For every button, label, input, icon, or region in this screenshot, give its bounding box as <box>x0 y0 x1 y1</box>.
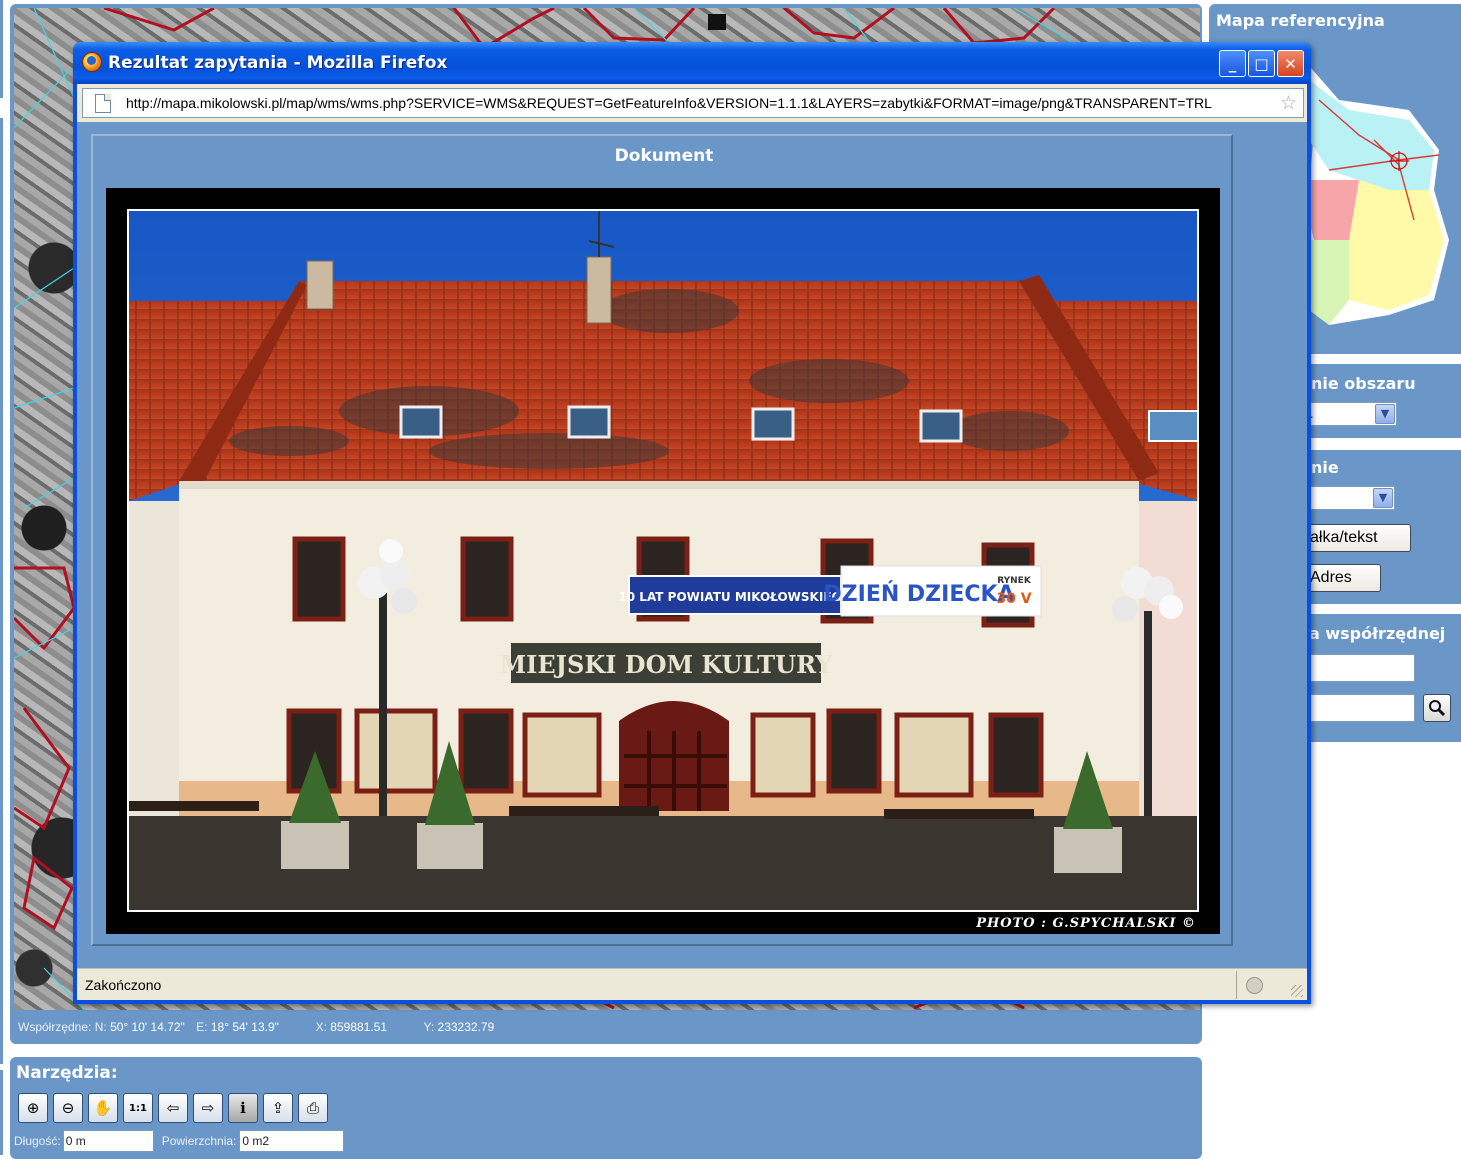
minimize-icon[interactable]: _ <box>1219 50 1246 77</box>
window-controls: _ □ ✕ <box>1219 50 1304 77</box>
length-field[interactable]: 0 m <box>62 1130 154 1152</box>
tools-toolbar: ⊕ ⊖ ✋ 1:1 ⇦ ⇨ ℹ ⇪ ⎙ <box>18 1093 328 1123</box>
left-edge-strip <box>0 0 4 1159</box>
popup-url-bar: http://mapa.mikolowski.pl/map/wms/wms.ph… <box>77 84 1307 122</box>
map-marker <box>708 14 726 30</box>
reference-map-title: Mapa referencyjna <box>1216 11 1385 30</box>
parcel-boundary <box>942 8 1056 45</box>
search-label: nie <box>1311 458 1339 477</box>
info-icon[interactable]: ℹ <box>228 1093 258 1123</box>
popup-status-bar: Zakończono <box>77 968 1307 1000</box>
coordinate-x-input[interactable] <box>1301 654 1415 682</box>
coords-e-label: E: <box>196 1020 208 1034</box>
ref-map-region <box>1349 180 1444 310</box>
parcel-boundary <box>103 8 215 32</box>
page-icon <box>95 94 111 113</box>
parcel-boundary <box>783 8 895 40</box>
area-label: Powierzchnia: <box>161 1134 237 1148</box>
banner-right-text: DZIEŃ DZIECKA <box>823 581 1014 607</box>
popup-content: Dokument 10 LAT POWIATU MIKOŁOWSKIEGO DZ… <box>77 122 1307 968</box>
status-addon-icon[interactable] <box>1246 977 1263 994</box>
print-icon[interactable]: ⎙ <box>298 1093 328 1123</box>
left-edge-block <box>0 1070 3 1155</box>
chevron-down-icon[interactable]: ▼ <box>1375 404 1395 424</box>
grid-line <box>14 67 73 129</box>
measure-row: Długość: 0 m Powierzchnia: 0 m2 <box>14 1130 345 1152</box>
coords-e-value: 18° 54' 13.9" <box>210 1020 279 1034</box>
coords-x-value: 859881.51 <box>330 1020 388 1034</box>
sign-text: MIEJSKI DOM KULTURY <box>500 650 834 679</box>
banner-left-text: 10 LAT POWIATU MIKOŁOWSKIEGO <box>618 590 851 604</box>
close-icon[interactable]: ✕ <box>1277 50 1304 77</box>
grid-line <box>14 267 75 309</box>
chimney <box>306 260 334 310</box>
area-select[interactable]: .. ▼ <box>1301 402 1397 426</box>
coordinate-search-label: a współrzędnej <box>1309 624 1446 643</box>
photo-credit: PHOTO : G.SPYCHALSKI © <box>976 916 1196 931</box>
status-separator <box>1236 971 1237 999</box>
document-title: Dokument <box>614 146 714 166</box>
search-select[interactable]: ▼ <box>1301 486 1395 510</box>
forward-arrow-icon[interactable]: ⇨ <box>193 1093 223 1123</box>
coords-label: Współrzędne: <box>18 1020 92 1034</box>
grid-line <box>23 477 75 509</box>
parcel-boundary <box>14 566 76 651</box>
firefox-popup-window: Rezultat zapytania - Mozilla Firefox _ □… <box>73 42 1311 1004</box>
coords-n-label: N: <box>94 1020 107 1034</box>
area-field[interactable]: 0 m2 <box>239 1130 345 1152</box>
url-field[interactable]: http://mapa.mikolowski.pl/map/wms/wms.ph… <box>82 88 1304 118</box>
zoom-in-icon[interactable]: ⊕ <box>18 1093 48 1123</box>
url-text: http://mapa.mikolowski.pl/map/wms/wms.ph… <box>126 95 1212 111</box>
search-icon[interactable] <box>1423 694 1451 722</box>
document-box: Dokument 10 LAT POWIATU MIKOŁOWSKIEGO DZ… <box>91 134 1233 946</box>
tools-title: Narzędzia: <box>16 1063 118 1083</box>
grid-line <box>14 627 75 659</box>
resize-grip-icon[interactable] <box>1291 985 1303 997</box>
firefox-logo-icon <box>82 52 102 72</box>
bookmark-star-icon[interactable]: ☆ <box>1280 92 1297 114</box>
building-photo-drawing: 10 LAT POWIATU MIKOŁOWSKIEGO DZIEŃ DZIEC… <box>129 211 1197 910</box>
banner-small-2: 30 V <box>996 591 1031 607</box>
popup-title: Rezultat zapytania - Mozilla Firefox <box>108 53 448 73</box>
building-photo: 10 LAT POWIATU MIKOŁOWSKIEGO DZIEŃ DZIEC… <box>127 209 1199 912</box>
coords-n-value: 50° 10' 14.72" <box>110 1020 185 1034</box>
coordinates-bar: Współrzędne: N: 50° 10' 14.72" E: 18° 54… <box>10 1014 1202 1040</box>
status-text: Zakończono <box>85 977 162 993</box>
tools-panel: Narzędzia: ⊕ ⊖ ✋ 1:1 ⇦ ⇨ ℹ ⇪ ⎙ Długość: 0 m Powi… <box>10 1057 1202 1159</box>
parcel-boundary <box>22 855 74 931</box>
scale-1-1-icon[interactable]: 1:1 <box>123 1093 153 1123</box>
grid-line <box>33 8 75 99</box>
length-label: Długość: <box>14 1134 61 1148</box>
text-search-button[interactable]: ałka/tekst <box>1301 524 1411 552</box>
back-arrow-icon[interactable]: ⇦ <box>158 1093 188 1123</box>
left-building-facade <box>129 501 179 821</box>
coords-y-value: 233232.79 <box>437 1020 495 1034</box>
page-root: Współrzędne: N: 50° 10' 14.72" E: 18° 54… <box>0 0 1461 1159</box>
banner-small-1: RYNEK <box>997 576 1032 586</box>
right-skylight <box>1148 410 1197 442</box>
zoom-out-icon[interactable]: ⊖ <box>53 1093 83 1123</box>
parcel-boundary <box>14 707 71 831</box>
left-edge-block <box>0 0 3 98</box>
coords-y-label: Y: <box>423 1020 435 1034</box>
coordinate-y-input[interactable] <box>1301 694 1415 722</box>
chevron-down-icon[interactable]: ▼ <box>1373 488 1393 508</box>
left-edge-block <box>0 118 3 1064</box>
chimney <box>586 256 612 324</box>
cornice <box>179 481 1139 489</box>
area-search-label: nie obszaru <box>1311 374 1416 393</box>
maximize-icon[interactable]: □ <box>1248 50 1275 77</box>
grid-line <box>14 387 75 409</box>
popup-titlebar[interactable]: Rezultat zapytania - Mozilla Firefox _ □… <box>73 42 1311 84</box>
export-icon[interactable]: ⇪ <box>263 1093 293 1123</box>
pan-hand-icon[interactable]: ✋ <box>88 1093 118 1123</box>
address-button[interactable]: Adres <box>1301 564 1381 592</box>
coords-x-label: X: <box>315 1020 327 1034</box>
photo-frame: 10 LAT POWIATU MIKOŁOWSKIEGO DZIEŃ DZIEC… <box>106 188 1220 934</box>
